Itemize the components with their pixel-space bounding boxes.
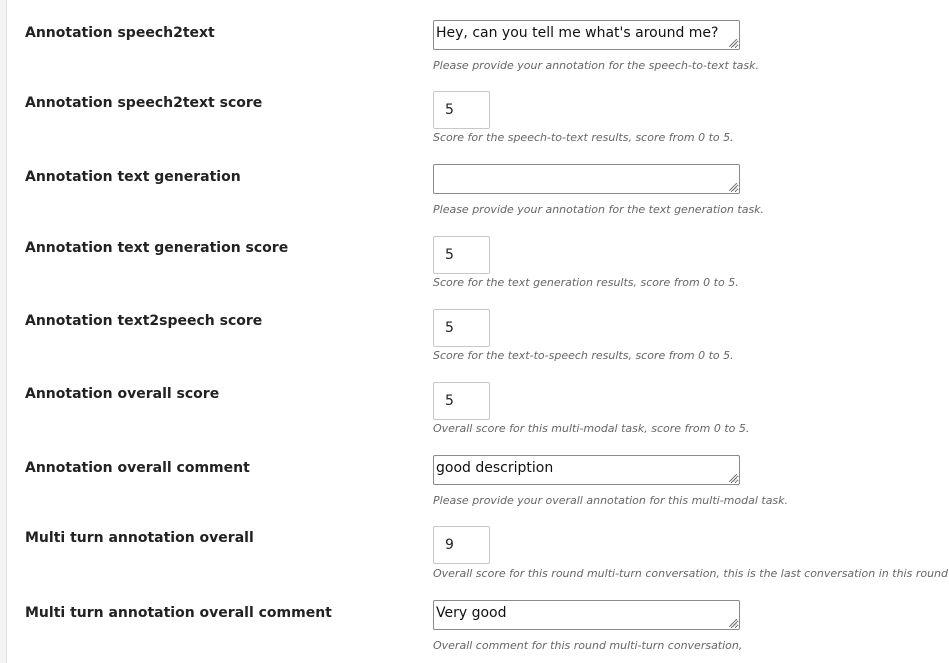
field-help-text: Score for the speech-to-text results, sc… [433, 131, 734, 144]
speech2text-score-input[interactable] [433, 91, 490, 129]
text-generation-annotation-textarea[interactable] [433, 164, 740, 194]
text2speech-score-input[interactable] [433, 309, 490, 347]
resize-handle-icon[interactable] [729, 183, 737, 191]
field-value: good description [436, 460, 554, 476]
field-label: Annotation text generation score [25, 240, 289, 256]
resize-handle-icon[interactable] [729, 39, 737, 47]
field-help-text: Score for the text generation results, s… [433, 276, 739, 289]
field-value: Hey, can you tell me what's around me? [436, 25, 719, 41]
overall-score-input[interactable] [433, 382, 490, 420]
field-label: Multi turn annotation overall [25, 530, 254, 546]
field-label: Multi turn annotation overall comment [25, 605, 332, 621]
speech2text-annotation-textarea[interactable]: Hey, can you tell me what's around me? [433, 20, 740, 50]
text-generation-score-input[interactable] [433, 236, 490, 274]
field-help-text: Overall score for this multi-modal task,… [433, 422, 750, 435]
field-help-text: Overall score for this round multi-turn … [433, 567, 949, 580]
multi-turn-overall-score-input[interactable] [433, 526, 490, 564]
field-label: Annotation speech2text [25, 25, 215, 41]
field-help-text: Please provide your overall annotation f… [433, 494, 789, 507]
field-label: Annotation text generation [25, 169, 241, 185]
resize-handle-icon[interactable] [729, 474, 737, 482]
field-label: Annotation overall score [25, 386, 220, 402]
field-label: Annotation text2speech score [25, 313, 263, 329]
field-help-text: Overall comment for this round multi-tur… [433, 639, 743, 652]
resize-handle-icon[interactable] [729, 619, 737, 627]
overall-comment-textarea[interactable]: good description [433, 455, 740, 485]
annotation-form: Annotation speech2text Hey, can you tell… [0, 0, 949, 663]
field-help-text: Please provide your annotation for the s… [433, 59, 759, 72]
field-help-text: Score for the text-to-speech results, sc… [433, 349, 734, 362]
multi-turn-overall-comment-textarea[interactable]: Very good [433, 600, 740, 630]
field-label: Annotation overall comment [25, 460, 250, 476]
field-help-text: Please provide your annotation for the t… [433, 203, 765, 216]
field-value: Very good [436, 605, 507, 621]
field-label: Annotation speech2text score [25, 95, 263, 111]
